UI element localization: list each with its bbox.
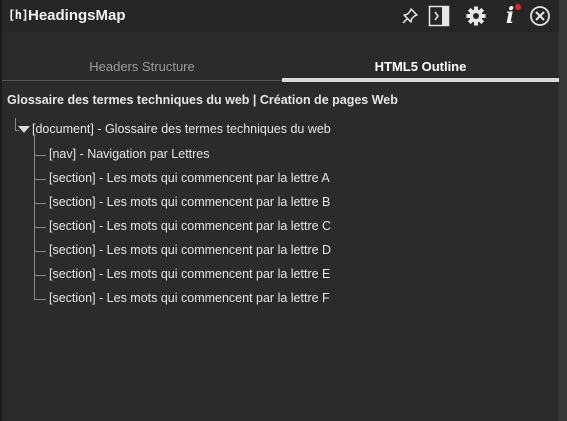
tree-connector bbox=[34, 179, 46, 180]
outline-item-section-f[interactable]: [section] - Les mots qui commencent par … bbox=[49, 291, 330, 305]
info-icon[interactable]: i bbox=[498, 4, 522, 28]
gear-icon[interactable] bbox=[464, 4, 488, 28]
active-tab-indicator bbox=[282, 78, 559, 82]
outline-item-section-e[interactable]: [section] - Les mots qui commencent par … bbox=[49, 267, 330, 281]
tree-connector bbox=[34, 227, 46, 228]
close-icon[interactable] bbox=[528, 4, 552, 28]
tree-connector bbox=[34, 203, 46, 204]
outline-item-document[interactable]: [document] - Glossaire des termes techni… bbox=[32, 122, 331, 136]
tab-bar: Headers Structure HTML5 Outline bbox=[2, 52, 559, 82]
tab-divider bbox=[2, 80, 282, 81]
page-title: Glossaire des termes techniques du web |… bbox=[7, 93, 398, 107]
headingsmap-logo: [h] bbox=[8, 8, 29, 22]
notification-dot bbox=[515, 4, 521, 10]
title-bar: [h] HeadingsMap i bbox=[2, 0, 559, 32]
tree-connector bbox=[34, 155, 46, 156]
tree-connector bbox=[34, 251, 46, 252]
outline-item-section-a[interactable]: [section] - Les mots qui commencent par … bbox=[49, 171, 330, 185]
window-scrollbar-track[interactable] bbox=[559, 0, 567, 421]
outline-item-nav[interactable]: [nav] - Navigation par Lettres bbox=[49, 147, 210, 161]
pin-icon[interactable] bbox=[398, 4, 422, 28]
tab-headers-structure[interactable]: Headers Structure bbox=[2, 52, 282, 82]
expand-triangle-icon[interactable] bbox=[18, 126, 30, 134]
outline-item-section-b[interactable]: [section] - Les mots qui commencent par … bbox=[49, 195, 330, 209]
outline-item-section-d[interactable]: [section] - Les mots qui commencent par … bbox=[49, 243, 331, 257]
tree-connector bbox=[34, 299, 46, 300]
tree-connector bbox=[34, 275, 46, 276]
sidebar-toggle-icon[interactable] bbox=[427, 4, 451, 28]
outline-item-section-c[interactable]: [section] - Les mots qui commencent par … bbox=[49, 219, 331, 233]
app-title: HeadingsMap bbox=[28, 7, 126, 24]
